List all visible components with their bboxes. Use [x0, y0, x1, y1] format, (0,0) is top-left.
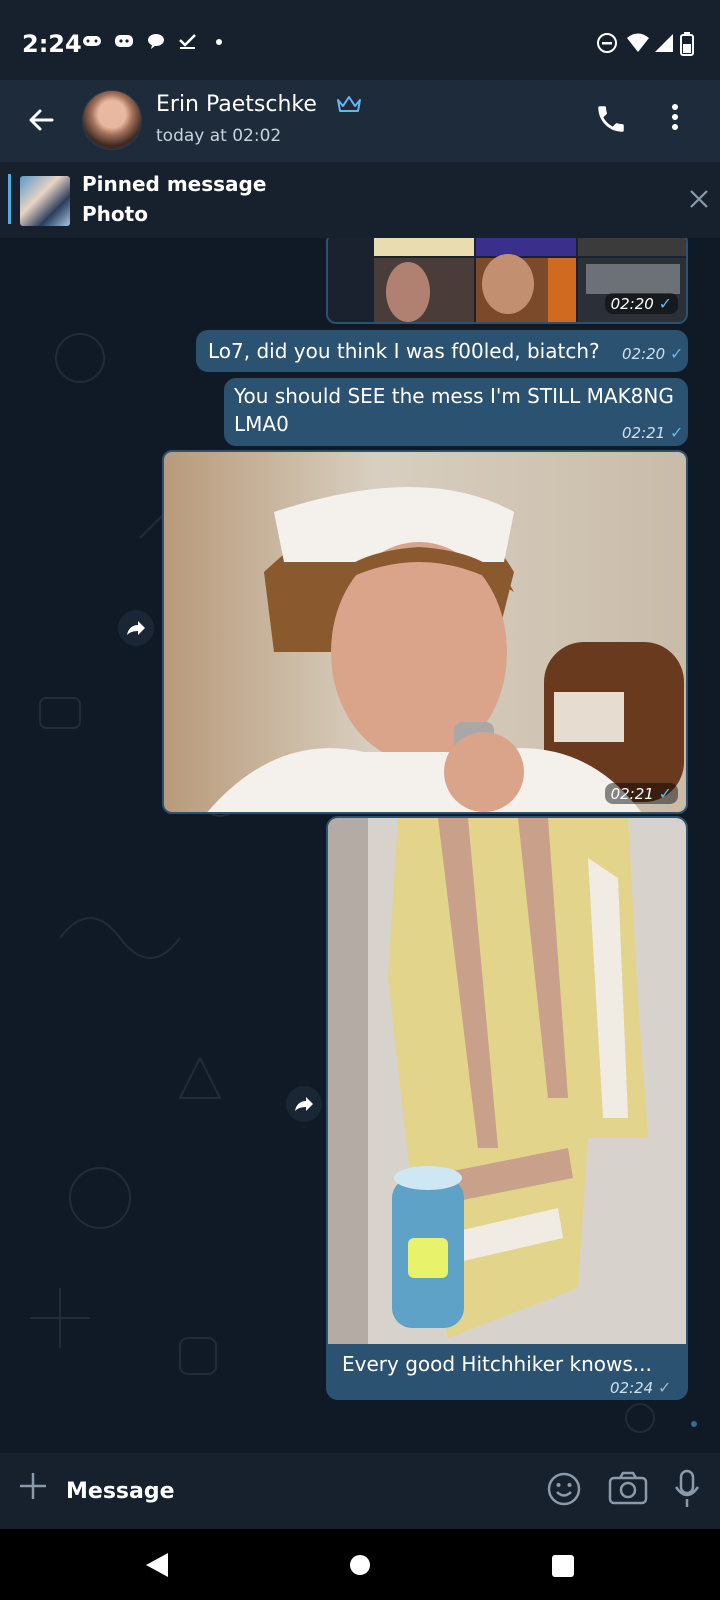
system-navigation-bar — [0, 1529, 720, 1600]
chat-area[interactable]: 02:20 ✓ Lo7, did you think I was f00led,… — [0, 238, 720, 1453]
camera-icon[interactable] — [608, 1471, 648, 1505]
chat-bubble-icon — [148, 34, 164, 49]
signal-icon — [655, 34, 673, 52]
sent-check-icon: ✓ — [658, 294, 672, 313]
text-message[interactable]: Lo7, did you think I was f00led, biatch?… — [196, 330, 688, 372]
pinned-message-bar[interactable]: Pinned message Photo — [0, 162, 720, 238]
message-text: Lo7, did you think I was f00led, biatch? — [208, 339, 600, 363]
avatar[interactable] — [82, 90, 142, 150]
crown-icon — [337, 96, 361, 112]
contact-name[interactable]: Erin Paetschke — [156, 92, 317, 117]
portrait-photo — [164, 452, 686, 812]
pinned-subtitle: Photo — [82, 202, 148, 226]
attach-plus-icon[interactable] — [18, 1471, 48, 1501]
pinned-thumbnail — [20, 176, 70, 226]
microphone-icon[interactable] — [674, 1469, 700, 1509]
dot-icon — [216, 39, 222, 45]
battery-icon — [680, 32, 694, 56]
checkmark-icon — [179, 34, 196, 49]
status-time: 2:24 — [22, 30, 82, 58]
sent-check-icon: ✓ — [670, 344, 684, 363]
message-time: 02:21 ✓ — [622, 423, 684, 442]
pinned-title: Pinned message — [82, 172, 267, 196]
chat-header: Erin Paetschke today at 02:02 — [0, 80, 720, 162]
message-time: 02:20 ✓ — [622, 344, 684, 363]
more-options-icon[interactable] — [670, 100, 680, 134]
photo-caption: Every good Hitchhiker knows... — [342, 1352, 652, 1376]
sent-check-icon: ✓ — [658, 1378, 672, 1397]
nav-home-icon[interactable] — [350, 1555, 370, 1575]
forward-button[interactable] — [118, 610, 154, 646]
message-text: You should SEE the mess I'm STILL MAK8NG… — [234, 384, 674, 436]
back-arrow-icon[interactable] — [24, 102, 60, 138]
towel-photo — [328, 818, 686, 1344]
scroll-indicator-dot — [691, 1421, 697, 1427]
share-arrow-icon — [295, 1097, 313, 1111]
message-time: 02:21 ✓ — [604, 783, 678, 804]
discord-icon — [115, 35, 133, 47]
sent-check-icon: ✓ — [670, 423, 684, 442]
do-not-disturb-icon — [597, 33, 617, 53]
photo-message[interactable]: 02:21 ✓ — [162, 450, 688, 814]
close-icon[interactable] — [688, 188, 710, 210]
message-input[interactable] — [66, 1473, 506, 1509]
text-message[interactable]: You should SEE the mess I'm STILL MAK8NG… — [224, 378, 688, 446]
game-controller-icon — [83, 36, 101, 46]
last-seen-status: today at 02:02 — [156, 126, 282, 146]
nav-back-icon[interactable] — [144, 1551, 170, 1579]
photo-message[interactable]: 02:20 ✓ — [326, 238, 688, 324]
message-composer — [0, 1453, 720, 1529]
pinned-indicator — [8, 174, 11, 224]
message-time: 02:24 ✓ — [610, 1378, 672, 1397]
nav-recents-icon[interactable] — [552, 1555, 574, 1577]
wifi-icon — [627, 33, 649, 52]
photo-message[interactable]: Every good Hitchhiker knows... 02:24 ✓ — [326, 816, 688, 1400]
forward-button[interactable] — [286, 1086, 322, 1122]
emoji-icon[interactable] — [546, 1471, 582, 1507]
share-arrow-icon — [127, 621, 145, 635]
message-time: 02:20 ✓ — [604, 293, 678, 314]
phone-call-icon[interactable] — [594, 102, 628, 136]
sent-check-icon: ✓ — [658, 784, 672, 803]
status-bar: 2:24 — [0, 0, 720, 80]
